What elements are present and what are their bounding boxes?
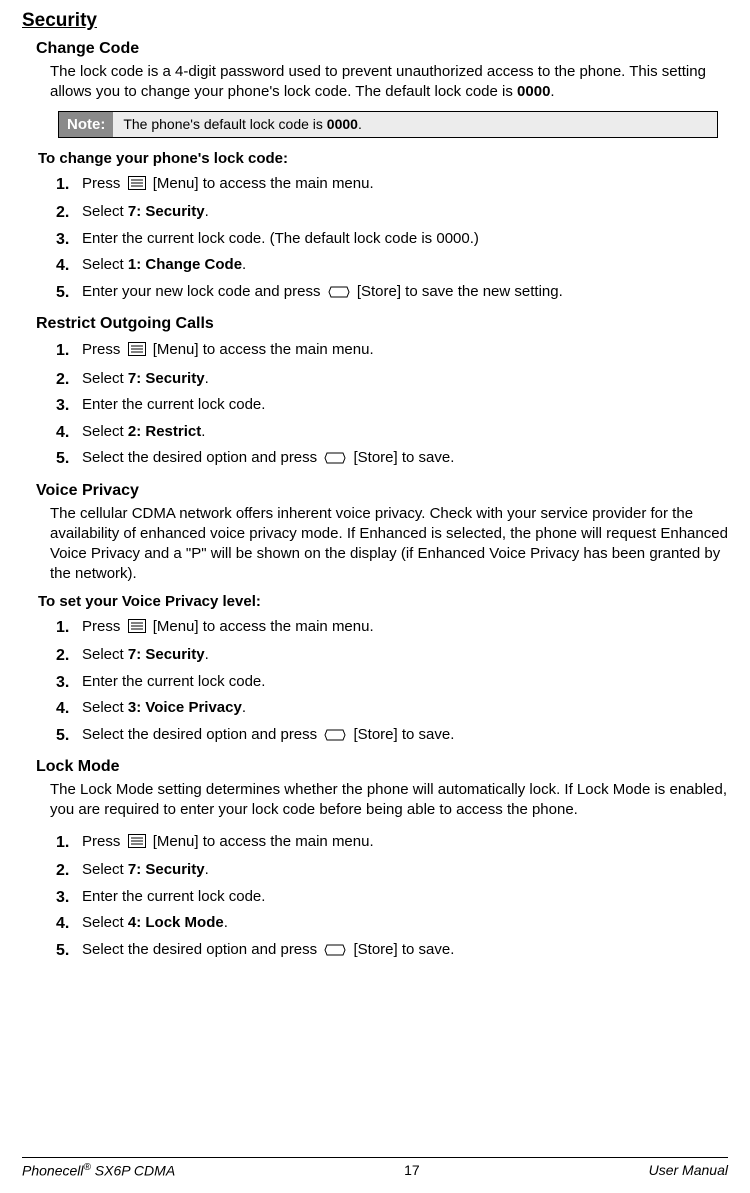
text-bold: 7: Security <box>128 370 205 387</box>
text: . <box>242 256 246 273</box>
text: Select the desired option and press <box>82 726 321 743</box>
text: . <box>242 699 246 716</box>
text: . <box>205 646 209 663</box>
text: Select <box>82 699 128 716</box>
voice-instr-head: To set your Voice Privacy level: <box>38 593 728 610</box>
softkey-icon <box>324 941 346 964</box>
text: . <box>550 83 554 100</box>
lock-intro: The Lock Mode setting determines whether… <box>50 780 728 821</box>
text-bold: 4: Lock Mode <box>128 914 224 931</box>
softkey-icon <box>324 726 346 749</box>
model: SX6P CDMA <box>91 1163 175 1179</box>
heading-voice-privacy: Voice Privacy <box>36 482 728 500</box>
step: Select 7: Security. <box>56 199 728 226</box>
text: The lock code is a 4-digit password used… <box>50 63 706 100</box>
text: Press <box>82 341 125 358</box>
heading-change-code: Change Code <box>36 40 728 58</box>
heading-restrict: Restrict Outgoing Calls <box>36 315 728 333</box>
text: [Menu] to access the main menu. <box>153 833 374 850</box>
step: Press [Menu] to access the main menu. <box>56 337 728 366</box>
text: [Menu] to access the main menu. <box>153 341 374 358</box>
text: [Store] to save the new setting. <box>357 283 563 300</box>
note-body: The phone's default lock code is 0000. <box>113 112 717 137</box>
product-name: Phonecell <box>22 1163 84 1179</box>
page-content: Security Change Code The lock code is a … <box>0 0 750 965</box>
text: . <box>205 203 209 220</box>
text: . <box>201 423 205 440</box>
step: Select 7: Security. <box>56 857 728 884</box>
text: Select <box>82 423 128 440</box>
lock-steps: Press [Menu] to access the main menu. Se… <box>56 829 728 966</box>
text: . <box>205 861 209 878</box>
step: Select 7: Security. <box>56 642 728 669</box>
text: Select the desired option and press <box>82 941 321 958</box>
step: Press [Menu] to access the main menu. <box>56 829 728 858</box>
softkey-icon <box>324 449 346 472</box>
change-code-intro: The lock code is a 4-digit password used… <box>50 62 728 103</box>
step: Select 7: Security. <box>56 366 728 393</box>
text: Press <box>82 618 125 635</box>
step: Enter the current lock code. (The defaul… <box>56 226 728 253</box>
text-bold: 3: Voice Privacy <box>128 699 242 716</box>
text-bold: 7: Security <box>128 646 205 663</box>
step: Enter your new lock code and press [Stor… <box>56 279 728 308</box>
text: Select <box>82 914 128 931</box>
text: Select <box>82 370 128 387</box>
softkey-icon <box>328 283 350 306</box>
step: Select 4: Lock Mode. <box>56 910 728 937</box>
step: Select 1: Change Code. <box>56 252 728 279</box>
text: Select <box>82 256 128 273</box>
text: [Store] to save. <box>354 941 455 958</box>
text: [Store] to save. <box>354 726 455 743</box>
voice-steps: Press [Menu] to access the main menu. Se… <box>56 614 728 751</box>
section-title: Security <box>22 10 728 32</box>
text-bold: 7: Security <box>128 861 205 878</box>
step: Enter the current lock code. <box>56 669 728 696</box>
step: Press [Menu] to access the main menu. <box>56 171 728 200</box>
change-code-instr-head: To change your phone's lock code: <box>38 150 728 167</box>
step: Enter the current lock code. <box>56 884 728 911</box>
step: Select the desired option and press [Sto… <box>56 722 728 751</box>
default-code: 0000 <box>517 83 550 100</box>
step: Enter the current lock code. <box>56 392 728 419</box>
registered-mark: ® <box>84 1162 91 1173</box>
voice-intro: The cellular CDMA network offers inheren… <box>50 504 728 585</box>
footer-left: Phonecell® SX6P CDMA <box>22 1162 175 1179</box>
note-label: Note: <box>59 112 113 137</box>
text: . <box>358 116 362 132</box>
text-bold: 0000 <box>327 116 358 132</box>
text: Select <box>82 646 128 663</box>
step: Select the desired option and press [Sto… <box>56 445 728 474</box>
step: Press [Menu] to access the main menu. <box>56 614 728 643</box>
text: [Store] to save. <box>354 449 455 466</box>
footer-right: User Manual <box>649 1162 728 1179</box>
menu-icon <box>128 341 146 364</box>
text: Select the desired option and press <box>82 449 321 466</box>
heading-lock-mode: Lock Mode <box>36 758 728 776</box>
text: Select <box>82 861 128 878</box>
text: [Menu] to access the main menu. <box>153 175 374 192</box>
text: [Menu] to access the main menu. <box>153 618 374 635</box>
menu-icon <box>128 618 146 641</box>
page-footer: Phonecell® SX6P CDMA 17 User Manual <box>22 1157 728 1179</box>
restrict-steps: Press [Menu] to access the main menu. Se… <box>56 337 728 474</box>
text-bold: 1: Change Code <box>128 256 242 273</box>
text: . <box>224 914 228 931</box>
text: Press <box>82 833 125 850</box>
text: Select <box>82 203 128 220</box>
text: Press <box>82 175 125 192</box>
note-box: Note: The phone's default lock code is 0… <box>58 111 718 138</box>
text-bold: 7: Security <box>128 203 205 220</box>
menu-icon <box>128 175 146 198</box>
text: Enter your new lock code and press <box>82 283 325 300</box>
menu-icon <box>128 833 146 856</box>
page-number: 17 <box>404 1162 420 1179</box>
text: The phone's default lock code is <box>123 116 326 132</box>
text-bold: 2: Restrict <box>128 423 201 440</box>
step: Select 3: Voice Privacy. <box>56 695 728 722</box>
change-code-steps: Press [Menu] to access the main menu. Se… <box>56 171 728 308</box>
step: Select the desired option and press [Sto… <box>56 937 728 966</box>
text: . <box>205 370 209 387</box>
step: Select 2: Restrict. <box>56 419 728 446</box>
